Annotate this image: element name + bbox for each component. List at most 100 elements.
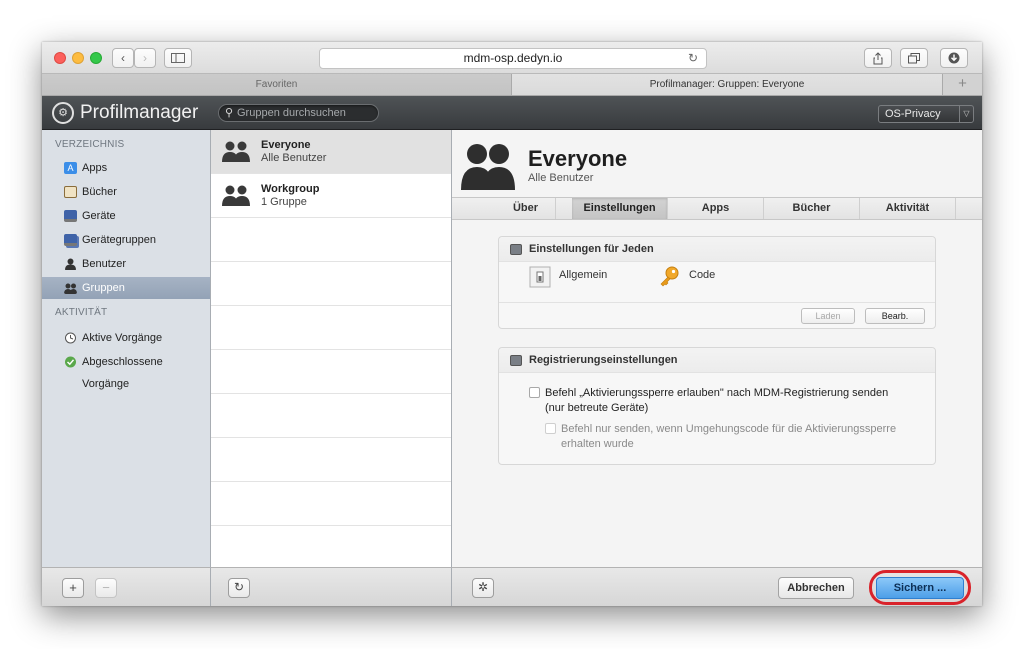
group-search-input[interactable]: [237, 106, 372, 120]
list-divider: [211, 261, 451, 262]
sidebar-item-active-tasks[interactable]: Aktive Vorgänge: [42, 327, 210, 349]
back-button[interactable]: ‹: [112, 48, 134, 68]
activation-lock-checkbox[interactable]: [529, 387, 540, 398]
forward-button[interactable]: ›: [134, 48, 156, 68]
sidebar-section-activity: AKTIVITÄT: [55, 307, 108, 318]
book-icon: [64, 186, 77, 198]
group-detail: Everyone Alle Benutzer Über Einstellunge…: [452, 130, 982, 567]
tab-apps[interactable]: Apps: [668, 198, 764, 219]
settings-panel: Einstellungen für Jeden Allgemein Code L…: [498, 236, 936, 329]
browser-window: ‹ › mdm-osp.dedyn.io ↻ Favoriten Profilm…: [42, 42, 982, 606]
sidebar-toggle-button[interactable]: [164, 48, 192, 68]
apps-icon: A: [64, 162, 77, 174]
profile-manager-logo-icon: ⚙: [52, 102, 74, 124]
refresh-icon: ↻: [233, 580, 245, 594]
panel-title: Registrierungseinstellungen: [529, 354, 678, 366]
switch-icon: [529, 266, 551, 288]
activation-lock-option[interactable]: Befehl „Aktivierungssperre erlauben" nac…: [529, 386, 929, 416]
sidebar-item-apps[interactable]: A Apps: [42, 157, 210, 179]
key-icon: [660, 266, 679, 287]
group-icon: [461, 144, 515, 190]
zoom-window-button[interactable]: [90, 52, 102, 64]
settings-button[interactable]: ✲: [472, 578, 494, 598]
address-bar[interactable]: mdm-osp.dedyn.io ↻: [319, 48, 707, 69]
remove-button[interactable]: −: [95, 578, 117, 598]
tab-favorites[interactable]: Favoriten: [42, 74, 512, 95]
sidebar-item-devices[interactable]: Geräte: [42, 205, 210, 227]
device-group-icon: [64, 234, 77, 246]
tabs-icon: [908, 53, 920, 64]
sidebar-item-label: Bücher: [82, 186, 117, 198]
enrollment-panel: Registrierungseinstellungen Befehl „Akti…: [498, 347, 936, 465]
panel-footer: Laden Bearb.: [499, 302, 935, 328]
tab-settings[interactable]: Einstellungen: [572, 198, 668, 219]
app-header: ⚙ Profilmanager ⚲ OS-Privacy ▽: [42, 96, 982, 130]
profile-icon: [510, 355, 522, 366]
edit-button[interactable]: Bearb.: [865, 308, 925, 324]
group-icon: [222, 185, 250, 206]
sidebar: VERZEICHNIS A Apps Bücher Geräte Geräteg…: [42, 130, 211, 567]
cancel-button[interactable]: Abbrechen: [778, 577, 854, 599]
close-window-button[interactable]: [54, 52, 66, 64]
sidebar-item-books[interactable]: Bücher: [42, 181, 210, 203]
group-subtitle: Alle Benutzer: [261, 152, 327, 164]
option-label-line2: (nur betreute Geräte): [545, 402, 649, 414]
option-label-line2: erhalten wurde: [561, 438, 634, 450]
load-button[interactable]: Laden: [801, 308, 855, 324]
group-name: Everyone: [261, 139, 311, 151]
panel-header: Einstellungen für Jeden: [499, 237, 935, 262]
downloads-button[interactable]: [940, 48, 968, 68]
group-list: Everyone Alle Benutzer Workgroup 1 Grupp…: [211, 130, 452, 567]
tabs-overview-button[interactable]: [900, 48, 928, 68]
sidebar-icon: [171, 53, 185, 63]
option-label: Befehl „Aktivierungssperre erlauben" nac…: [545, 387, 889, 399]
profile-icon: [510, 244, 522, 255]
group-icon: [222, 141, 250, 162]
refresh-button[interactable]: ↻: [228, 578, 250, 598]
detail-bottom-bar: ✲ Abbrechen Sichern ...: [452, 567, 982, 606]
detail-header: Everyone Alle Benutzer: [452, 130, 982, 198]
sidebar-item-groups[interactable]: Gruppen: [42, 277, 210, 299]
payload-label: Code: [689, 269, 716, 281]
payload-general[interactable]: Allgemein: [529, 266, 639, 289]
download-icon: [948, 52, 960, 64]
browser-toolbar: ‹ › mdm-osp.dedyn.io ↻: [42, 42, 982, 74]
share-button[interactable]: [864, 48, 892, 68]
sidebar-item-label: Abgeschlossene Vorgänge: [82, 356, 163, 390]
sidebar-item-label: Apps: [82, 162, 108, 174]
group-icon: [64, 283, 77, 294]
list-bottom-bar: ↻: [211, 567, 452, 606]
tab-activity[interactable]: Aktivität: [860, 198, 956, 219]
page-subtitle: Alle Benutzer: [528, 172, 594, 184]
list-item-workgroup[interactable]: Workgroup 1 Gruppe: [211, 174, 451, 218]
payload-passcode[interactable]: Code: [659, 266, 739, 289]
page-title: Everyone: [528, 146, 628, 171]
sidebar-item-users[interactable]: Benutzer: [42, 253, 210, 275]
tab-profilmanager[interactable]: Profilmanager: Gruppen: Everyone: [512, 74, 942, 95]
detail-tabs: Über Einstellungen Apps Bücher Aktivität: [452, 197, 982, 220]
list-item-everyone[interactable]: Everyone Alle Benutzer: [211, 130, 451, 174]
minimize-window-button[interactable]: [72, 52, 84, 64]
chevron-left-icon: ‹: [121, 51, 125, 65]
sidebar-item-device-groups[interactable]: Gerätegruppen: [42, 229, 210, 251]
sidebar-section-directory: VERZEICHNIS: [55, 139, 125, 150]
list-divider: [211, 393, 451, 394]
group-search[interactable]: ⚲: [218, 104, 379, 122]
add-button[interactable]: +: [62, 578, 84, 598]
sidebar-item-label: Gruppen: [82, 282, 125, 294]
chevron-down-icon: ▽: [959, 106, 973, 122]
app-title: Profilmanager: [80, 102, 199, 123]
sidebar-item-completed-tasks[interactable]: Abgeschlossene Vorgänge: [42, 351, 210, 390]
tab-about[interactable]: Über: [496, 198, 556, 219]
browser-tab-bar: Favoriten Profilmanager: Gruppen: Everyo…: [42, 74, 982, 96]
save-button[interactable]: Sichern ...: [876, 577, 964, 599]
sidebar-item-label: Gerätegruppen: [82, 234, 156, 246]
server-select[interactable]: OS-Privacy ▽: [878, 105, 974, 123]
reload-icon[interactable]: ↻: [688, 49, 698, 68]
sidebar-item-label: Aktive Vorgänge: [82, 332, 163, 344]
tab-books[interactable]: Bücher: [764, 198, 860, 219]
list-divider: [211, 349, 451, 350]
new-tab-button[interactable]: +: [942, 74, 982, 95]
list-divider: [211, 525, 451, 526]
bypass-code-option: Befehl nur senden, wenn Umgehungscode fü…: [545, 422, 929, 452]
